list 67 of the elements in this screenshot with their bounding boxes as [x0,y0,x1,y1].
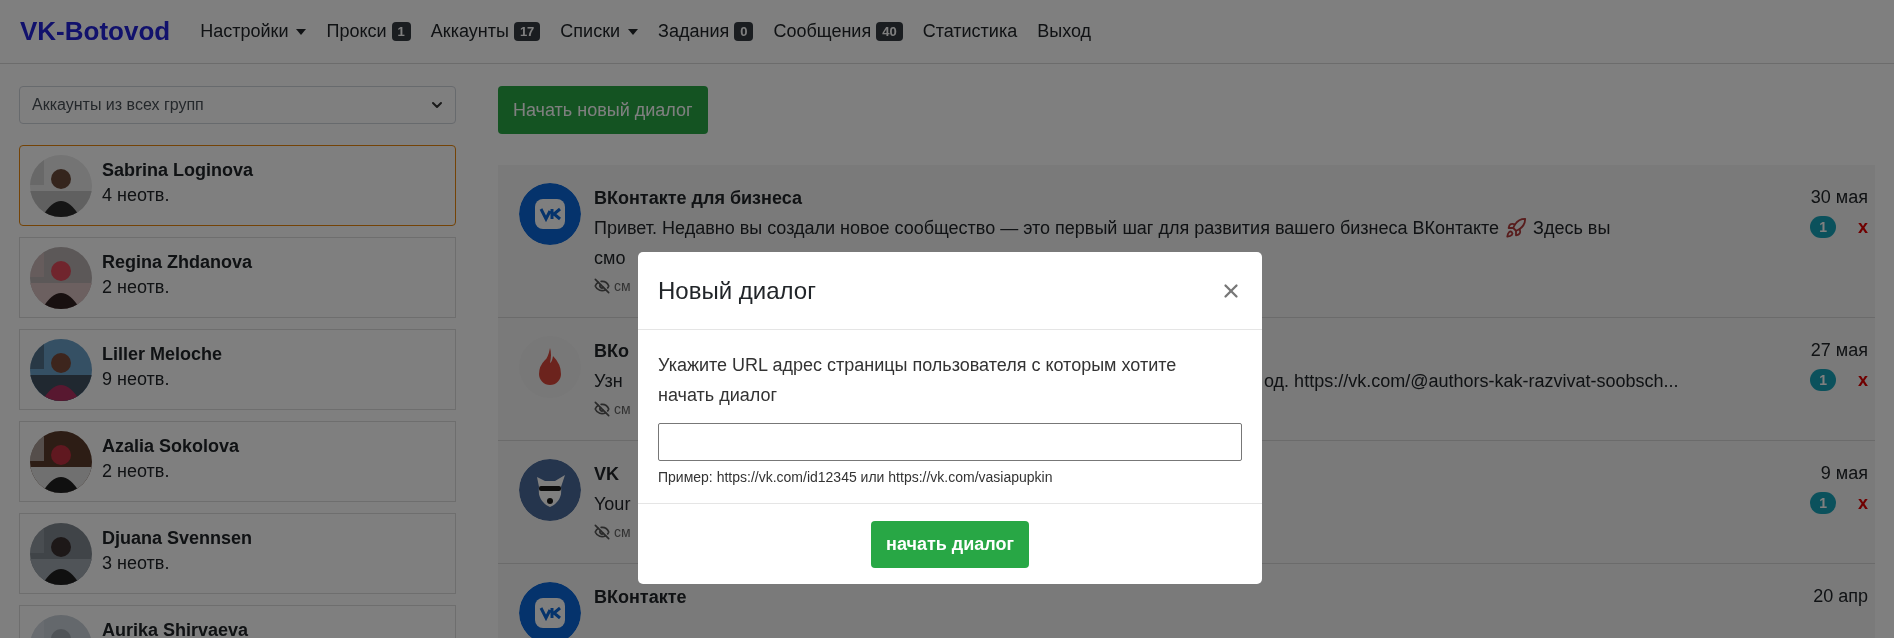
delete-link[interactable]: x [1858,492,1868,514]
dialog-title: ВКонтакте для бизнеса [594,187,802,210]
brand-link[interactable]: VK-Botovod [20,16,171,47]
unread-count: 2 неотв. [102,460,171,482]
account-name: Regina Zhdanova [102,251,253,273]
message-text: смо [594,247,626,270]
nav-link[interactable]: Аккаунты 17 [430,21,541,42]
message-text: Здесь вы [1533,217,1611,240]
seen-status: см [614,523,631,542]
dog-icon [519,459,581,521]
count-badge: 1 [391,22,411,41]
account-card[interactable]: Djuana Svennsen 3 неотв. [19,513,456,594]
nav-link[interactable]: Задания 0 [658,21,754,42]
unread-count: 9 неотв. [102,368,171,390]
dialog-title: VK [594,463,619,486]
logo-icon [519,183,581,245]
unread-count: 4 неотв. [102,184,171,206]
dialog-date: 20 апр [1813,586,1868,607]
dialog-date: 30 мая [1810,187,1868,208]
message-text: Узн [594,370,623,393]
eye-off-icon [594,524,610,540]
count-badge: 40 [876,22,903,41]
unread-badge: 1 [1810,369,1836,391]
account-card[interactable]: Azalia Sokolova 2 неотв. [19,421,456,502]
dialog-title: ВКо [594,340,629,363]
seen-status: см [614,400,631,419]
nav-link[interactable]: Статистика [922,21,1018,42]
caret-icon [628,28,639,35]
eye-off-icon [594,278,610,294]
eye-off-icon [594,401,610,417]
example-hint: Пример: https://vk.com/id12345 или https://vk.com/vasiapupkin [658,469,1053,485]
message-text: од. https://vk.com/@authors-kak-razvivat-soobsch... [1264,370,1679,393]
rocket-icon [1505,217,1528,239]
unread-count: 3 неотв. [102,552,171,574]
url-input-field[interactable] [658,423,1242,461]
caret-icon [296,28,307,35]
account-card[interactable]: Aurika Shirvaeva [19,605,456,638]
unread-count: 2 неотв. [102,276,171,298]
nav-link[interactable]: Сообщения 40 [773,21,903,42]
account-card[interactable]: Regina Zhdanova 2 неотв. [19,237,456,318]
account-name: Aurika Shirvaeva [102,619,249,638]
delete-link[interactable]: x [1858,216,1868,238]
nav-link[interactable]: Списки [560,21,639,42]
dialog-title: ВКонтакте [594,586,687,609]
modal-title: Новый диалог [658,276,816,305]
seen-status: см [614,277,631,296]
count-badge: 17 [513,22,541,41]
delete-link[interactable]: x [1858,369,1868,391]
message-text: Your [594,493,631,516]
account-name: Djuana Svennsen [102,527,253,549]
count-badge: 0 [734,22,754,41]
start-dialog-button[interactable]: начать диалог [871,521,1029,568]
nav-link[interactable]: Прокси 1 [326,21,411,42]
nav-link[interactable]: Выход [1037,21,1092,42]
nav-link[interactable]: Настройки [200,21,307,42]
group-select[interactable]: Аккаунты из всех групп [19,86,456,124]
unread-badge: 1 [1810,216,1836,238]
message-text: Привет. Недавно вы создали новое сообщество — это первый шаг для развития вашего бизнеса ВКонтакте [594,217,1500,240]
account-name: Liller Meloche [102,343,223,365]
prompt-text: Укажите URL адрес страницы пользователя с которым хотите начать диалог [658,354,1178,407]
dialog-date: 27 мая [1810,340,1868,361]
account-name: Azalia Sokolova [102,435,240,457]
account-name: Sabrina Loginova [102,159,254,181]
unread-badge: 1 [1810,492,1836,514]
account-card[interactable]: Liller Meloche 9 неотв. [19,329,456,410]
account-card[interactable]: Sabrina Loginova 4 неотв. [19,145,456,226]
dialog-date: 9 мая [1820,463,1868,484]
